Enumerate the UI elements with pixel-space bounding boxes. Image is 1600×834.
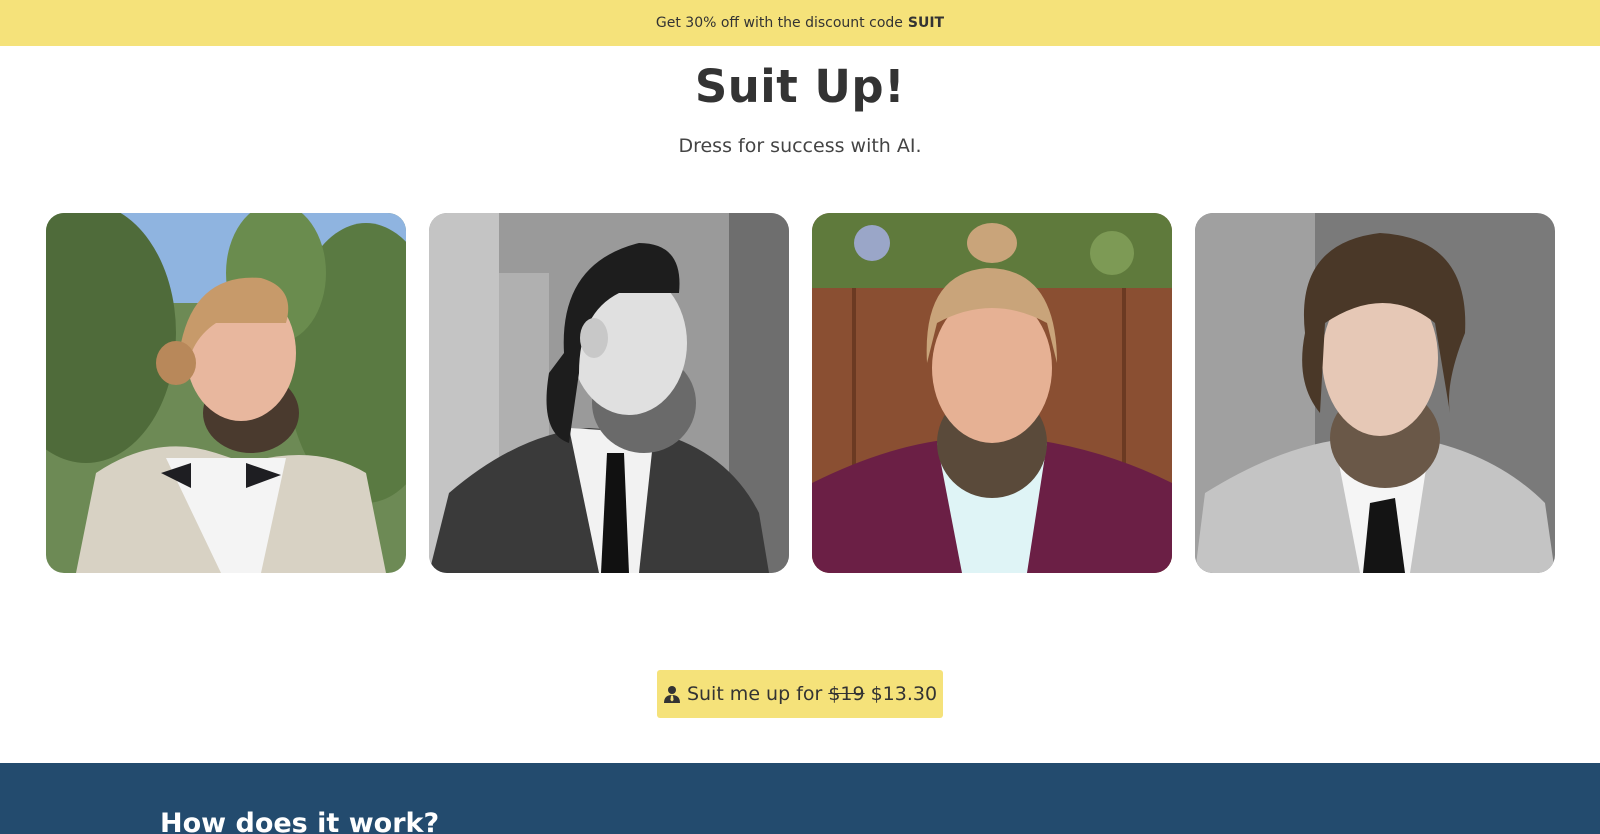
portrait-beige-suit-image bbox=[46, 213, 406, 573]
how-it-works-section: How does it work? bbox=[0, 763, 1600, 834]
section-title: How does it work? bbox=[160, 808, 440, 834]
promo-banner: Get 30% off with the discount code SUIT bbox=[0, 0, 1600, 46]
new-price: $13.30 bbox=[870, 683, 938, 705]
gallery-photo-2 bbox=[429, 213, 789, 573]
page-title: Suit Up! bbox=[694, 60, 906, 113]
promo-code: SUIT bbox=[907, 15, 945, 31]
portrait-grey-suit-image bbox=[1195, 213, 1555, 573]
page-subtitle: Dress for success with AI. bbox=[678, 135, 922, 157]
cta-label: Suit me up for bbox=[686, 683, 823, 705]
portrait-burgundy-suit-image bbox=[812, 213, 1172, 573]
old-price: $19 bbox=[828, 683, 865, 705]
user-tie-icon bbox=[663, 685, 681, 703]
gallery-photo-4 bbox=[1195, 213, 1555, 573]
photo-gallery bbox=[46, 213, 1556, 573]
promo-text: Get 30% off with the discount code bbox=[655, 15, 903, 31]
gallery-photo-1 bbox=[46, 213, 406, 573]
portrait-bw-suit-image bbox=[429, 213, 789, 573]
gallery-photo-3 bbox=[812, 213, 1172, 573]
suit-me-up-button[interactable]: Suit me up for $19 $13.30 bbox=[657, 670, 943, 718]
